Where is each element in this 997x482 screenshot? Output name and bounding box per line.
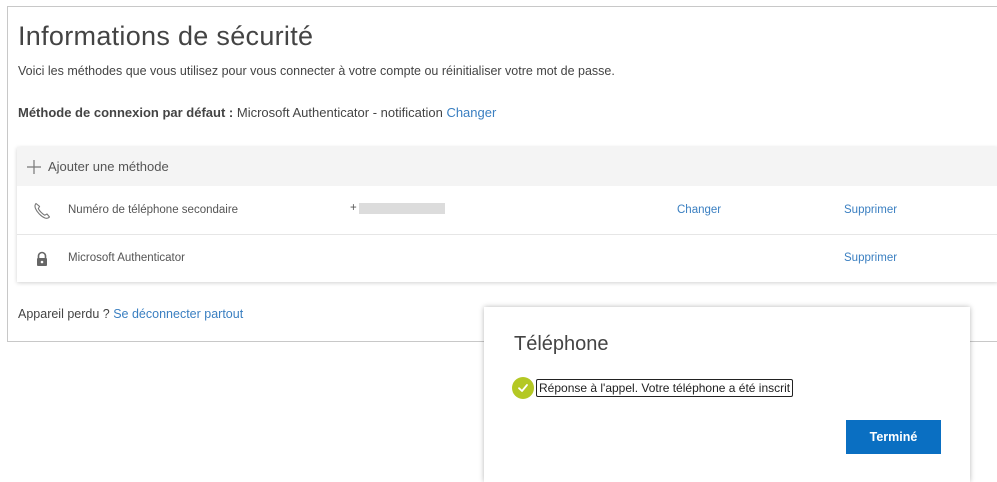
- dialog-message-text: Réponse à l'appel. Votre téléphone a été…: [536, 379, 794, 397]
- dialog-message: Réponse à l'appel. Votre téléphone a été…: [512, 377, 794, 399]
- delete-phone-link[interactable]: Supprimer: [844, 204, 897, 216]
- methods-list: Ajouter une méthode Numéro de téléphone …: [17, 147, 997, 282]
- phone-number-redacted: [358, 202, 445, 214]
- security-info-panel: Informations de sécurité Voici les métho…: [7, 6, 997, 342]
- add-method-button[interactable]: Ajouter une méthode: [17, 147, 997, 186]
- checkmark-icon: [512, 377, 534, 399]
- add-method-label: Ajouter une méthode: [48, 159, 169, 174]
- method-name: Microsoft Authenticator: [68, 252, 185, 264]
- sign-out-everywhere-link[interactable]: Se déconnecter partout: [113, 307, 243, 321]
- plus-icon: [25, 158, 43, 176]
- dialog-title: Téléphone: [514, 333, 609, 355]
- default-method-label: Méthode de connexion par défaut :: [18, 105, 234, 120]
- delete-authenticator-link[interactable]: Supprimer: [844, 252, 897, 264]
- default-method-value: Microsoft Authenticator - notification: [236, 105, 443, 120]
- phone-icon: [32, 201, 52, 221]
- done-button[interactable]: Terminé: [846, 420, 941, 454]
- lost-device-line: Appareil perdu ? Se déconnecter partout: [18, 307, 243, 321]
- method-row-authenticator: Microsoft Authenticator Supprimer: [17, 235, 997, 282]
- lost-device-text: Appareil perdu ?: [18, 307, 110, 321]
- phone-prefix: +: [350, 202, 357, 214]
- page-subtitle: Voici les méthodes que vous utilisez pou…: [18, 64, 615, 78]
- page-title: Informations de sécurité: [18, 21, 314, 51]
- change-phone-link[interactable]: Changer: [677, 204, 721, 216]
- default-method-line: Méthode de connexion par défaut : Micros…: [18, 105, 496, 120]
- phone-dialog: Téléphone Réponse à l'appel. Votre télép…: [484, 307, 970, 482]
- default-method-change-link[interactable]: Changer: [446, 105, 496, 120]
- phone-number: +: [350, 202, 445, 214]
- lock-icon: [32, 249, 52, 269]
- method-row-secondary-phone: Numéro de téléphone secondaire + Changer…: [17, 187, 997, 235]
- method-name: Numéro de téléphone secondaire: [68, 204, 239, 216]
